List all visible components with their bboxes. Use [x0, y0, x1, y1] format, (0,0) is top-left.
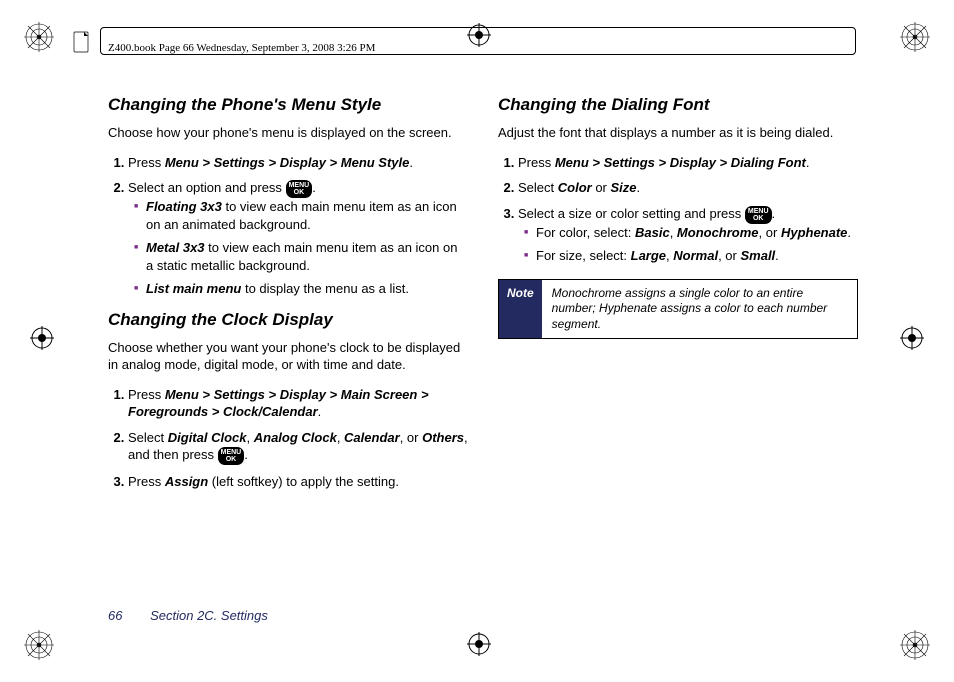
list-item: Press Menu > Settings > Display > Main S…: [128, 386, 468, 421]
list-item: Select Color or Size.: [518, 179, 858, 197]
section-label: Section 2C. Settings: [150, 608, 268, 623]
list-item: Select Digital Clock, Analog Clock, Cale…: [128, 429, 468, 465]
page-icon: [72, 30, 92, 57]
left-column: Changing the Phone's Menu Style Choose h…: [108, 95, 468, 502]
para-clock: Choose whether you want your phone's clo…: [108, 340, 468, 374]
list-item: List main menu to display the menu as a …: [134, 280, 468, 298]
note-box: Note Monochrome assigns a single color t…: [498, 279, 858, 340]
list-item: Select a size or color setting and press…: [518, 205, 858, 265]
list-item: Select an option and press MENUOK. Float…: [128, 179, 468, 297]
menu-ok-key-icon: MENUOK: [218, 447, 245, 465]
rosette-icon: [900, 22, 930, 52]
list-item: Metal 3x3 to view each main menu item as…: [134, 239, 468, 274]
heading-menu-style: Changing the Phone's Menu Style: [108, 95, 468, 115]
list-item: Floating 3x3 to view each main menu item…: [134, 198, 468, 233]
list-item: For size, select: Large, Normal, or Smal…: [524, 247, 858, 265]
menu-ok-key-icon: MENUOK: [286, 180, 313, 198]
heading-clock: Changing the Clock Display: [108, 310, 468, 330]
page-footer: 66 Section 2C. Settings: [108, 608, 268, 623]
page-number: 66: [108, 608, 122, 623]
list-item: For color, select: Basic, Monochrome, or…: [524, 224, 858, 242]
menu-ok-key-icon: MENUOK: [745, 206, 772, 224]
note-body: Monochrome assigns a single color to an …: [542, 280, 857, 339]
registration-mark-icon: [30, 326, 54, 353]
list-item: Press Assign (left softkey) to apply the…: [128, 473, 468, 491]
para-menu-style: Choose how your phone's menu is displaye…: [108, 125, 468, 142]
rosette-icon: [900, 630, 930, 660]
note-label: Note: [499, 280, 542, 339]
right-column: Changing the Dialing Font Adjust the fon…: [498, 95, 858, 502]
heading-dialing-font: Changing the Dialing Font: [498, 95, 858, 115]
list-item: Press Menu > Settings > Display > Dialin…: [518, 154, 858, 172]
registration-mark-icon: [467, 632, 491, 659]
rosette-icon: [24, 22, 54, 52]
list-item: Press Menu > Settings > Display > Menu S…: [128, 154, 468, 172]
para-dialing-font: Adjust the font that displays a number a…: [498, 125, 858, 142]
header-bookline: Z400.book Page 66 Wednesday, September 3…: [108, 42, 375, 54]
rosette-icon: [24, 630, 54, 660]
registration-mark-icon: [900, 326, 924, 353]
